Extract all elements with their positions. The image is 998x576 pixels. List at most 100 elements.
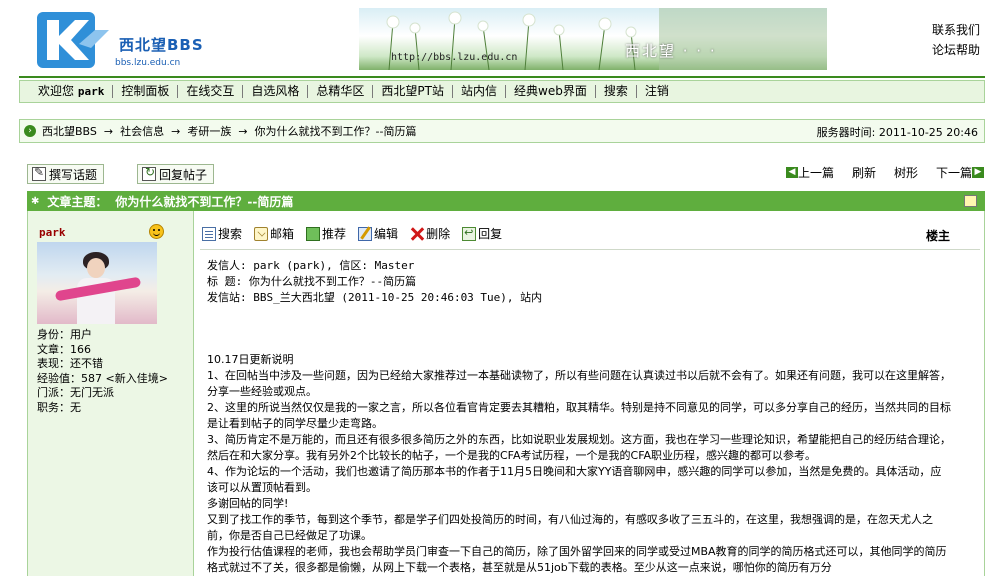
recommend-tool[interactable]: 推荐 [306,225,346,242]
tree-view-link[interactable]: 树形 [894,164,918,181]
post-title-bar: ✱ 文章主题： 你为什么就找不到工作？--简历篇 [27,191,985,211]
nav-item-online[interactable]: 在线交互 [178,85,244,98]
nav-item-digest[interactable]: 总精华区 [308,85,374,98]
post-paragraph: 4、作为论坛的一个活动，我们也邀请了简历那本书的作者于11月5日晚间和大家YY语… [207,465,942,494]
avatar [37,242,157,324]
welcome-label: 欢迎您 [38,84,75,98]
breadcrumb-separator: → [103,124,114,138]
logo-mark-icon [37,12,109,68]
smiley-icon [149,224,164,239]
nav-item-messages[interactable]: 站内信 [453,85,506,98]
reply-post-icon [142,165,156,181]
reply-tool-label: 回复 [478,227,503,241]
delete-icon [410,227,424,241]
search-tool-label: 搜索 [218,227,243,241]
top-links: 联系我们 论坛帮助 [932,20,980,60]
mailbox-tool[interactable]: 邮箱 [254,225,294,242]
banner-url: http://bbs.lzu.edu.cn [391,52,518,63]
delete-tool-label: 删除 [426,227,451,241]
post-paragraph: 2、这里的所说当然仅仅是我的一家之言，所以各位看官肯定要去其糟粕，取其精华。特别… [207,401,951,430]
post-paragraph: 又到了找工作的季节，每到这个季节，都是学子们四处投简历的时间，有八仙过海的，有感… [207,513,933,542]
logo-text: 西北望BBS [119,36,204,54]
star-icon: ✱ [31,195,40,207]
author-position: 职务：无 [37,400,81,414]
floor-label: 楼主 [925,229,950,243]
post-paragraph: 1、在回帖当中涉及一些问题，因为已经给大家推荐过一本基础读物了，所以有些问题在认… [207,369,951,398]
breadcrumb-current: 你为什么就找不到工作？--简历篇 [254,125,417,138]
reply-post-label: 回复帖子 [159,167,208,182]
nav-welcome: 欢迎您 park [30,84,114,98]
breadcrumb-board[interactable]: 考研一族 [187,123,231,139]
nav-item-pt[interactable]: 西北望PT站 [373,85,453,98]
topic-title: 你为什么就找不到工作？--简历篇 [115,194,294,209]
thread-pager: ◀ 上一篇 刷新 树形 下一篇 ▶ [768,164,984,181]
search-icon [202,226,216,241]
breadcrumb-category[interactable]: 社会信息 [120,123,164,139]
main-nav: 欢迎您 park 控制面板 在线交互 自选风格 总精华区 西北望PT站 站内信 … [19,80,985,103]
post-header-site: 发信站: BBS_兰大西北望 (2011-10-25 20:46:03 Tue)… [207,291,543,304]
forum-help-link[interactable]: 论坛帮助 [932,40,980,60]
post-body: 10.17日更新说明 1、在回帖当中涉及一些问题，因为已经给大家推荐过一本基础读… [207,352,952,576]
post-content: 搜索 邮箱 推荐 编辑 删除 回复 楼主 发信人: park (park), 信… [194,211,985,576]
recommend-icon [306,226,321,241]
new-topic-label: 撰写话题 [49,167,98,182]
post-toolbar: 搜索 邮箱 推荐 编辑 删除 回复 [202,225,514,242]
author-name[interactable]: park [39,226,66,239]
nav-item-search[interactable]: 搜索 [596,85,637,98]
author-performance: 表现：还不错 [37,357,103,370]
right-arrow-icon: ▶ [972,167,984,178]
post-paragraph: 10.17日更新说明 [207,353,294,366]
nav-item-logout[interactable]: 注销 [637,85,677,98]
prev-post-link[interactable]: ◀ 上一篇 [785,164,834,181]
new-topic-button[interactable]: 撰写话题 [27,164,105,184]
topic-label: 文章主题： [47,194,108,209]
breadcrumb-home[interactable]: 西北望BBS [42,123,97,139]
server-time: 服务器时间: 2011-10-25 20:46 [816,126,978,139]
reply-icon [462,226,477,241]
site-header: 西北望BBS bbs.lzu.edu.cn http://bbs.lzu.edu… [19,0,985,78]
edit-tool-label: 编辑 [374,227,399,241]
banner-title: 西北望 · · · [625,42,717,60]
logo-url: bbs.lzu.edu.cn [115,58,181,68]
reply-post-button[interactable]: 回复帖子 [137,164,215,184]
new-topic-icon [32,165,46,181]
author-posts: 文章：166 [37,342,91,356]
site-logo[interactable]: 西北望BBS bbs.lzu.edu.cn [35,10,205,70]
tree-view-label: 树形 [893,166,918,180]
site-banner: http://bbs.lzu.edu.cn 西北望 · · · [359,8,827,70]
delete-tool[interactable]: 删除 [410,225,450,242]
author-panel: park 身份：用户 文章：166 表现：还不错 经验值：587 <新入佳境> … [27,211,194,576]
post-header-title: 标 题: 你为什么就找不到工作？--简历篇 [207,275,417,288]
post-header-sender: 发信人: park (park), 信区: Master [207,259,415,272]
next-post-label: 下一篇 [935,166,972,180]
nav-item-classic-web[interactable]: 经典web界面 [506,85,596,98]
breadcrumb: › 西北望BBS → 社会信息 → 考研一族 → 你为什么就找不到工作？--简历… [19,119,985,143]
nav-item-control-panel[interactable]: 控制面板 [113,85,179,98]
author-sect: 门派：无门无派 [37,386,114,399]
edit-tool[interactable]: 编辑 [358,225,398,242]
next-post-link[interactable]: 下一篇 ▶ [936,164,984,181]
edit-icon [358,226,373,241]
breadcrumb-separator: → [238,124,248,138]
breadcrumb-separator: → [171,124,181,138]
nav-item-style[interactable]: 自选风格 [243,85,309,98]
divider [200,249,980,250]
prev-post-label: 上一篇 [797,166,834,180]
nav-username[interactable]: park [78,85,105,98]
refresh-link[interactable]: 刷新 [852,164,876,181]
post-paragraph: 多谢回帖的同学! [207,497,289,510]
author-experience: 经验值：587 <新入佳境> [37,371,168,385]
bookmark-icon[interactable] [964,195,977,207]
author-role: 身份：用户 [37,328,92,341]
post-paragraph: 3、简历肯定不是万能的，而且还有很多很多简历之外的东西，比如说职业发展规划。这方… [207,433,951,462]
search-tool[interactable]: 搜索 [202,225,242,242]
post-header: 发信人: park (park), 信区: Master 标 题: 你为什么就找… [207,258,542,306]
author-info: 身份：用户 文章：166 表现：还不错 经验值：587 <新入佳境> 门派：无门… [37,328,168,415]
refresh-label: 刷新 [851,166,876,180]
contact-us-link[interactable]: 联系我们 [932,20,980,40]
breadcrumb-icon: › [24,125,36,137]
recommend-tool-label: 推荐 [322,227,347,241]
reply-tool[interactable]: 回复 [462,225,502,242]
left-arrow-icon: ◀ [785,167,798,178]
post-paragraph: 作为投行估值课程的老师，我也会帮助学员门审查一下自己的简历，除了国外留学回来的同… [207,545,947,574]
